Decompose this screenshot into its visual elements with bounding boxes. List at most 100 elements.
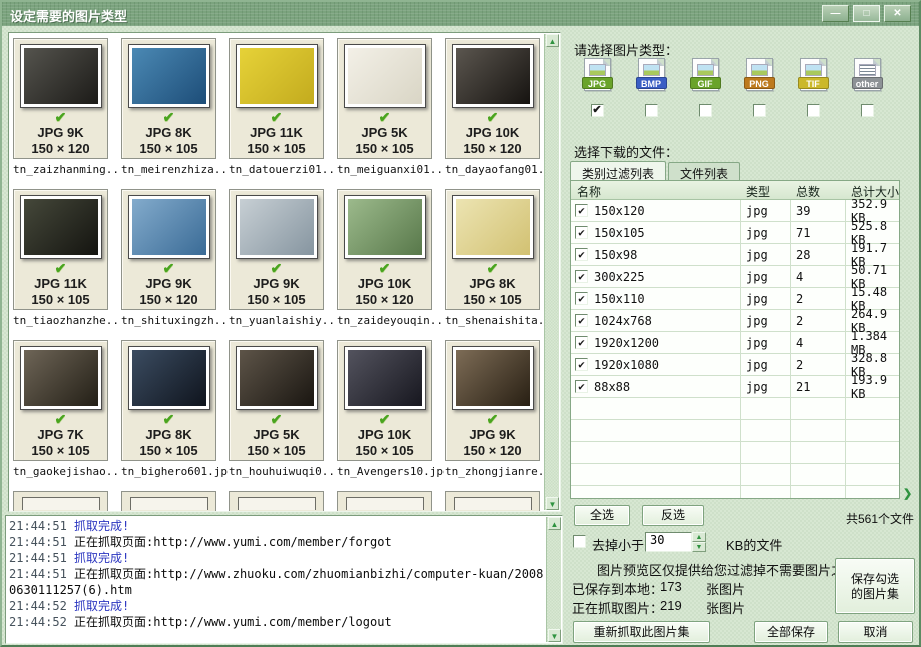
row-name: 150x98 <box>594 248 637 262</box>
saved-unit: 张图片 <box>706 579 745 598</box>
thumbnail-card[interactable]: ✔ JPG 10K 150 × 120 <box>445 38 540 159</box>
thumbnail-item[interactable]: ✔ JPG 8K 150 × 105 tn_bighero601.jpg <box>121 340 216 478</box>
thumbnail-item[interactable]: ✔ JPG 10K 150 × 120 tn_zaideyouqin... <box>337 189 432 327</box>
row-checkbox[interactable]: ✔ <box>575 270 588 283</box>
table-row[interactable]: ✔88x88 jpg 21 193.9 KB <box>571 376 899 398</box>
thumbnail-size-label: JPG 11K <box>230 125 323 141</box>
filetype-row: JPG ✔ BMP GIF PNG <box>570 58 894 122</box>
selected-check-icon: ✔ <box>122 412 215 427</box>
total-files-count: 共561个文件 <box>792 510 914 527</box>
thumbnail-card[interactable]: ✔ JPG 8K 150 × 105 <box>121 340 216 461</box>
minimize-button[interactable]: — <box>822 5 849 22</box>
partial-thumbnail <box>445 491 540 511</box>
filetype-checkbox[interactable] <box>861 104 874 117</box>
row-checkbox[interactable]: ✔ <box>575 380 588 393</box>
thumbnail-item[interactable]: ✔ JPG 8K 150 × 105 tn_meirenzhiza... <box>121 38 216 176</box>
row-checkbox[interactable]: ✔ <box>575 248 588 261</box>
min-size-input[interactable]: 30 <box>645 532 692 552</box>
window-title: 设定需要的图片类型 <box>10 6 127 25</box>
file-type-icon: GIF <box>692 58 719 91</box>
thumbnail-image-frame <box>452 44 534 108</box>
row-checkbox[interactable]: ✔ <box>575 358 588 371</box>
thumbnail-scrollbar[interactable]: ▲ ▼ <box>544 34 559 510</box>
thumbnail-card[interactable]: ✔ JPG 10K 150 × 120 <box>337 189 432 310</box>
log-scrollbar[interactable]: ▲ ▼ <box>546 517 561 642</box>
header-count[interactable]: 总数 <box>790 181 845 199</box>
thumbnail-item[interactable]: ✔ JPG 8K 150 × 105 tn_shenaishita... <box>445 189 540 327</box>
row-checkbox[interactable]: ✔ <box>575 226 588 239</box>
thumbnail-item[interactable]: ✔ JPG 5K 150 × 105 tn_houhuiwuqi0... <box>229 340 324 478</box>
filetype-option: BMP <box>624 58 678 122</box>
thumbnail-item[interactable]: ✔ JPG 9K 150 × 120 tn_zhongjianre... <box>445 340 540 478</box>
scroll-down-icon[interactable]: ▼ <box>548 629 561 642</box>
thumbnail-size-label: JPG 10K <box>338 276 431 292</box>
row-checkbox[interactable]: ✔ <box>575 314 588 327</box>
cancel-button[interactable]: 取消 <box>838 621 913 643</box>
scroll-up-icon[interactable]: ▲ <box>546 34 559 47</box>
thumbnail-dimensions-label: 150 × 105 <box>230 443 323 459</box>
header-type[interactable]: 类型 <box>740 181 790 199</box>
filetype-checkbox[interactable] <box>807 104 820 117</box>
log-timestamp: 21:44:51 <box>9 551 67 565</box>
scroll-down-icon[interactable]: ▼ <box>546 497 559 510</box>
thumbnail-image-frame <box>20 346 102 410</box>
file-thumbnail-glyph <box>859 64 876 76</box>
scroll-up-icon[interactable]: ▲ <box>548 517 561 530</box>
save-checked-button[interactable]: 保存勾选 的图片集 <box>835 558 915 614</box>
thumbnail-card[interactable]: ✔ JPG 5K 150 × 105 <box>337 38 432 159</box>
thumbnail-card[interactable]: ✔ JPG 5K 150 × 105 <box>229 340 324 461</box>
refetch-button[interactable]: 重新抓取此图片集 <box>573 621 710 643</box>
filetype-checkbox[interactable] <box>753 104 766 117</box>
thumbnail-size-label: JPG 5K <box>338 125 431 141</box>
save-all-button[interactable]: 全部保存 <box>754 621 828 643</box>
filetype-checkbox[interactable]: ✔ <box>591 104 604 117</box>
thumbnail-item[interactable]: ✔ JPG 9K 150 × 105 tn_yuanlaishiy... <box>229 189 324 327</box>
thumbnail-image <box>456 48 530 104</box>
thumbnail-item[interactable]: ✔ JPG 10K 150 × 105 tn_Avengers10.jpg <box>337 340 432 478</box>
thumbnail-card[interactable]: ✔ JPG 8K 150 × 105 <box>121 38 216 159</box>
thumbnail-card[interactable]: ✔ JPG 11K 150 × 105 <box>229 38 324 159</box>
thumbnail-item[interactable]: ✔ JPG 9K 150 × 120 tn_zaizhanming... <box>13 38 108 176</box>
thumbnail-item[interactable]: ✔ JPG 10K 150 × 120 tn_dayaofang01... <box>445 38 540 176</box>
file-thumbnail-glyph <box>643 64 660 76</box>
thumbnail-card[interactable]: ✔ JPG 11K 150 × 105 <box>13 189 108 310</box>
thumbnail-card[interactable]: ✔ JPG 10K 150 × 105 <box>337 340 432 461</box>
thumbnail-filename: tn_bighero601.jpg <box>121 465 228 478</box>
thumbnail-card[interactable]: ✔ JPG 8K 150 × 105 <box>445 189 540 310</box>
thumbnail-item[interactable]: ✔ JPG 7K 150 × 105 tn_gaokejishao... <box>13 340 108 478</box>
select-all-button[interactable]: 全选 <box>574 505 630 526</box>
filetype-checkbox[interactable] <box>645 104 658 117</box>
row-checkbox[interactable]: ✔ <box>575 292 588 305</box>
row-checkbox[interactable]: ✔ <box>575 204 588 217</box>
stepper-down-icon[interactable]: ▼ <box>692 542 706 552</box>
thumbnail-image <box>456 350 530 406</box>
thumbnail-filename: tn_houhuiwuqi0... <box>229 465 336 478</box>
filetype-checkbox[interactable] <box>699 104 712 117</box>
cell-type: jpg <box>740 270 790 284</box>
thumbnail-item[interactable]: ✔ JPG 11K 150 × 105 tn_tiaozhanzhe... <box>13 189 108 327</box>
thumbnail-card[interactable]: ✔ JPG 9K 150 × 120 <box>121 189 216 310</box>
thumbnail-image-frame <box>128 346 210 410</box>
thumbnail-size-label: JPG 9K <box>14 125 107 141</box>
thumbnail-card[interactable]: ✔ JPG 9K 150 × 120 <box>445 340 540 461</box>
cell-size: 193.9 KB <box>845 373 899 401</box>
header-name[interactable]: 名称 <box>571 181 740 199</box>
thumbnail-card[interactable]: ✔ JPG 7K 150 × 105 <box>13 340 108 461</box>
maximize-button[interactable]: □ <box>853 5 880 22</box>
thumbnail-card[interactable]: ✔ JPG 9K 150 × 120 <box>13 38 108 159</box>
thumbnail-card[interactable]: ✔ JPG 9K 150 × 105 <box>229 189 324 310</box>
thumbnail-image-frame <box>128 44 210 108</box>
cell-name: ✔150x110 <box>571 292 740 306</box>
row-checkbox[interactable]: ✔ <box>575 336 588 349</box>
invert-selection-button[interactable]: 反选 <box>642 505 704 526</box>
close-button[interactable]: ✕ <box>884 5 911 22</box>
partial-frame <box>238 497 316 510</box>
fetching-unit: 张图片 <box>706 598 745 617</box>
thumbnail-item[interactable]: ✔ JPG 5K 150 × 105 tn_meiguanxi01... <box>337 38 432 176</box>
thumbnail-item[interactable]: ✔ JPG 9K 150 × 120 tn_shituxingzh... <box>121 189 216 327</box>
stepper-up-icon[interactable]: ▲ <box>692 532 706 542</box>
thumbnail-item[interactable]: ✔ JPG 11K 150 × 105 tn_datouerzi01... <box>229 38 324 176</box>
table-resize-grip-icon[interactable]: ❯ <box>903 487 912 500</box>
cell-count: 39 <box>790 204 845 218</box>
filter-size-checkbox[interactable] <box>573 535 586 548</box>
